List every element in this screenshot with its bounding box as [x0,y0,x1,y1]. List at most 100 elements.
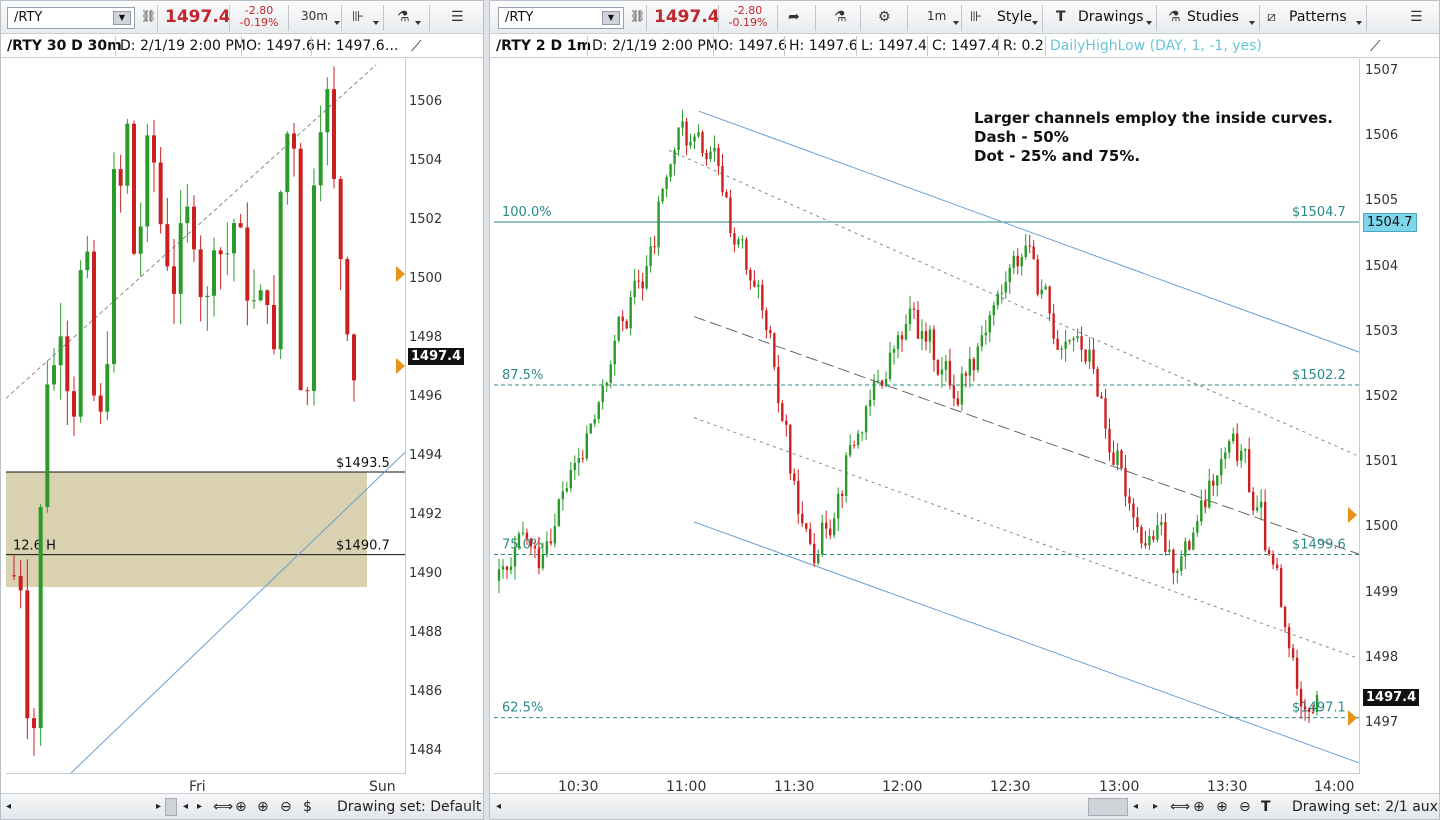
chart-settings-icon[interactable]: ⟋ [411,37,422,55]
flask-icon[interactable]: ⚗ [834,9,847,25]
link-icon[interactable]: ⛓ [630,9,645,23]
candle-body [1216,475,1219,486]
text-tool-icon[interactable]: T [1056,9,1066,25]
candle-body [960,373,964,405]
crosshair-icon[interactable]: ⊕ [1193,799,1205,815]
scroll-forward-icon[interactable]: ▸ [1153,801,1158,812]
share-icon[interactable]: ➦ [788,9,800,25]
link-icon[interactable]: ⛓ [141,9,156,23]
symbol-input[interactable]: /RTY ▼ [7,7,135,29]
left-toolbar: /RTY ▼ ⛓ 1497.4 -2.80 -0.19% 30m ⊪ ⚗ ☰ [1,1,483,34]
drawing-set-label[interactable]: Drawing set: 2/1 aux [1292,799,1438,815]
right-price-plot[interactable]: 100.0% $1504.7 87.5% $1502.2 75.0% $1499.6 62.… [494,59,1360,773]
candle-body [589,423,592,434]
scroll-grip[interactable] [1088,798,1128,816]
candle-body [1080,336,1083,350]
candle-body [817,554,820,564]
scroll-grip[interactable] [165,798,177,816]
candle-body [278,192,283,350]
zoom-in-icon[interactable]: ⊕ [257,799,269,815]
candle-body [1283,606,1287,627]
text-tool-icon[interactable]: T [1261,799,1271,815]
scroll-back-icon[interactable]: ◂ [1133,801,1138,812]
candlestick-icon[interactable]: ⊪ [970,9,982,25]
candle-body [58,336,63,366]
scroll-back-icon[interactable]: ◂ [183,801,188,812]
last-price-tag: 1497.4 [1363,689,1420,706]
candle-body [1271,554,1275,565]
pan-icon[interactable]: ⟺ [1170,799,1190,815]
timeframe-button[interactable]: 1m [927,9,946,23]
price-axis-icon[interactable]: $ [303,799,312,815]
scroll-left-icon[interactable]: ◂ [496,801,501,812]
patterns-icon[interactable]: ⧄ [1267,9,1276,25]
menu-icon[interactable]: ☰ [1410,9,1423,25]
drawings-button[interactable]: Drawings [1078,9,1144,25]
bar-close: C: 1497.4 [932,38,1000,54]
right-y-axis[interactable]: 1507 1506 1505 1504 1503 1502 1501 1500 1499 1498… [1348,59,1439,773]
chart-annotation[interactable]: Larger channels employ the inside curves… [974,109,1333,166]
candle-body [238,223,243,228]
chevron-down-icon[interactable]: ▼ [602,11,620,25]
scroll-forward-icon[interactable]: ▸ [197,801,202,812]
candle-body [932,329,936,360]
scroll-right-icon[interactable]: ▸ [156,801,161,812]
scroll-left-icon[interactable]: ◂ [6,801,11,812]
candle-body [617,316,620,341]
pan-icon[interactable]: ⟺ [213,799,233,815]
left-x-axis[interactable]: Fri Sun [6,773,406,795]
candle-body [225,253,230,255]
candle-body [1243,449,1247,451]
candle-body [629,297,632,329]
candle-body [677,127,680,151]
drawing-set-label[interactable]: Drawing set: Default [337,799,481,815]
candle-body [1004,282,1007,293]
candle-body [813,543,816,564]
candle-body [597,402,600,420]
studies-button[interactable]: Studies [1187,9,1239,25]
gear-icon[interactable]: ⚙ [878,9,891,25]
alert-marker[interactable] [1348,709,1357,726]
alert-marker[interactable] [396,266,405,283]
timeframe-button[interactable]: 30m [301,9,328,23]
study-label[interactable]: DailyHighLow (DAY, 1, -1, yes) [1050,38,1262,54]
candle-body [912,308,916,310]
candle-body [836,493,840,519]
more-indicator[interactable]: ... [385,38,398,54]
chart-title[interactable]: /RTY 30 D 30m [7,38,122,54]
studies-flask-icon[interactable]: ⚗ [1168,9,1181,25]
chart-settings-icon[interactable]: ⟋ [1370,37,1381,55]
candle-body [565,488,569,492]
candle-body [497,569,501,581]
chart-title[interactable]: /RTY 2 D 1m [496,38,591,54]
symbol-input[interactable]: /RTY ▼ [498,7,624,29]
candle-body [1124,467,1127,497]
alert-marker[interactable] [1348,507,1357,524]
candle-body [517,533,521,549]
candle-body [85,251,90,271]
zoom-out-icon[interactable]: ⊖ [280,799,292,815]
candle-body [305,390,310,392]
zoom-in-icon[interactable]: ⊕ [1216,799,1228,815]
flask-icon[interactable]: ⚗ [397,9,410,25]
alert-marker[interactable] [396,357,405,374]
style-button[interactable]: Style [997,9,1032,25]
patterns-button[interactable]: Patterns [1289,9,1347,25]
crosshair-icon[interactable]: ⊕ [235,799,247,815]
candle-body [940,369,944,375]
right-x-axis[interactable]: 10:30 11:00 11:30 12:00 12:30 13:00 13:30 14:00 [494,773,1360,795]
y-tick-label: 1506 [409,94,443,110]
menu-icon[interactable]: ☰ [451,9,464,25]
candle-body [509,566,513,571]
candle-body [112,169,116,365]
candle-body [609,364,612,383]
right-toolbar: /RTY ▼ ⛓ 1497.4 -2.80 -0.19% ➦ ⚗ ⚙ 1m ⊪ … [490,1,1439,34]
left-footer: ◂ ▸ ◂ ▸ ⟺ ⊕ ⊕ ⊖ $ Drawing set: Default [1,793,483,819]
left-y-axis[interactable]: 1506 1504 1502 1500 1498 1496 1494 1492 1490 1488… [396,59,483,773]
candle-body [1152,536,1155,540]
candlestick-icon[interactable]: ⊪ [352,9,364,25]
left-price-plot[interactable]: $1493.5 $1490.7 12.6 H [6,59,406,773]
chevron-down-icon[interactable]: ▼ [113,11,131,25]
zoom-out-icon[interactable]: ⊖ [1239,799,1251,815]
candle-body [928,329,932,342]
